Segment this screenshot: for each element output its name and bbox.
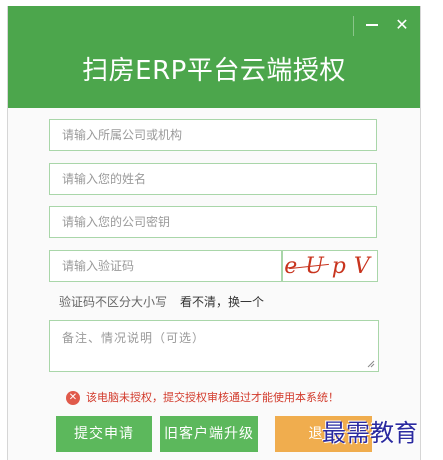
submit-button[interactable]: 提交申请 xyxy=(56,416,152,452)
note-field[interactable] xyxy=(49,320,379,372)
captcha-refresh-link[interactable]: 看不清，换一个 xyxy=(180,293,264,310)
upgrade-client-button[interactable]: 旧客户端升级 xyxy=(160,416,258,452)
company-key-field[interactable] xyxy=(49,206,377,238)
company-input[interactable] xyxy=(62,120,364,150)
warning-text: 该电脑未授权，提交授权审核通过才能使用本系统！ xyxy=(86,391,339,404)
dialog-header: ✕ 扫房ERP平台云端授权 xyxy=(8,6,420,108)
name-input[interactable] xyxy=(62,164,364,194)
captcha-input[interactable] xyxy=(62,251,269,281)
close-button[interactable]: ✕ xyxy=(388,12,416,38)
note-textarea[interactable] xyxy=(62,329,366,363)
close-icon: ✕ xyxy=(395,15,409,34)
captcha-text: eUpV xyxy=(284,254,378,279)
auth-dialog: ✕ 扫房ERP平台云端授权 eUpV 验证码不区分大小写 看不清，换一个 ✕ 该… xyxy=(7,6,421,460)
watermark: 最需教育 xyxy=(322,419,418,447)
captcha-image[interactable]: eUpV xyxy=(282,250,378,282)
name-field[interactable] xyxy=(49,163,377,195)
resize-grip-icon[interactable] xyxy=(367,360,375,368)
error-icon: ✕ xyxy=(66,391,80,405)
window-controls-divider xyxy=(353,16,354,36)
captcha-hint: 验证码不区分大小写 xyxy=(59,295,168,309)
company-key-input[interactable] xyxy=(62,207,364,237)
dialog-title: 扫房ERP平台云端授权 xyxy=(82,56,346,86)
minimize-icon xyxy=(366,24,378,26)
company-field[interactable] xyxy=(49,119,377,151)
captcha-field[interactable] xyxy=(49,250,282,282)
minimize-button[interactable] xyxy=(358,12,386,38)
